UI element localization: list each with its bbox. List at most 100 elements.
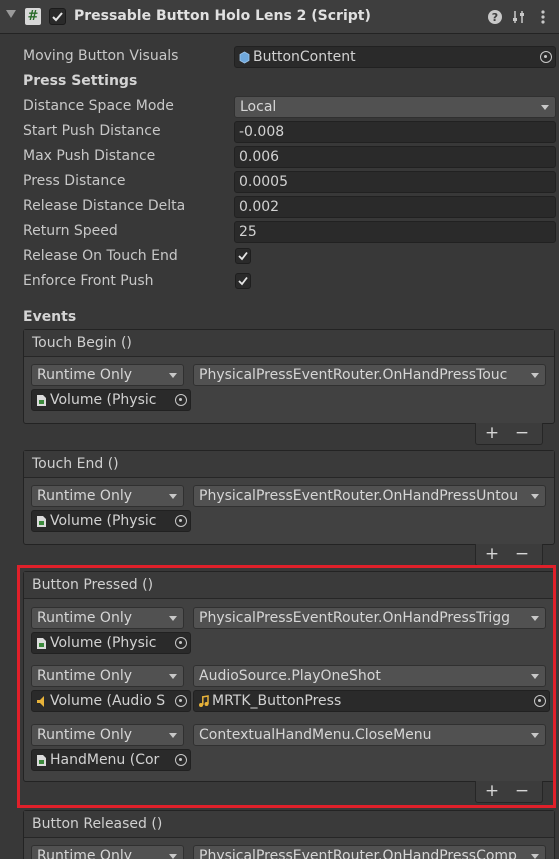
chevron-down-icon <box>169 733 177 738</box>
add-listener-button[interactable]: + <box>479 423 505 445</box>
audio-source-icon <box>37 696 44 707</box>
release-distance-delta-field[interactable]: 0.002 <box>234 196 556 218</box>
start-push-distance-field[interactable]: -0.008 <box>234 121 556 143</box>
script-file-icon <box>37 395 46 406</box>
button-pressed-mode-value-3: Runtime Only <box>37 727 132 743</box>
touch-begin-object-field[interactable]: Volume (Physic <box>31 389 191 411</box>
object-picker-icon[interactable] <box>175 754 187 766</box>
button-pressed-object-field-2[interactable]: Volume (Audio S <box>31 690 191 712</box>
button-pressed-event: Button Pressed () Runtime Only PhysicalP… <box>23 571 555 782</box>
press-distance-label: Press Distance <box>23 173 126 189</box>
press-distance-field[interactable]: 0.0005 <box>234 171 556 193</box>
button-released-event: Button Released () Runtime Only Physical… <box>23 810 555 859</box>
foldout-arrow-icon[interactable] <box>6 10 16 18</box>
touch-begin-event: Touch Begin () Runtime Only PhysicalPres… <box>23 329 555 424</box>
object-picker-icon[interactable] <box>175 515 187 527</box>
button-released-mode-dropdown[interactable]: Runtime Only <box>31 845 184 859</box>
button-pressed-object-value-1: Volume (Physic <box>50 635 157 651</box>
press-settings-heading: Press Settings <box>23 73 138 89</box>
moving-button-visuals-value: ButtonContent <box>253 49 356 65</box>
object-picker-icon[interactable] <box>175 637 187 649</box>
touch-begin-function-value: PhysicalPressEventRouter.OnHandPressTouc <box>199 367 508 383</box>
distance-space-mode-dropdown[interactable]: Local <box>234 96 556 118</box>
script-file-icon <box>37 755 46 766</box>
button-released-title: Button Released () <box>24 811 554 838</box>
button-released-function-value: PhysicalPressEventRouter.OnHandPressComp <box>199 848 517 859</box>
script-file-icon <box>37 516 46 527</box>
events-heading: Events <box>23 309 77 325</box>
touch-begin-function-dropdown[interactable]: PhysicalPressEventRouter.OnHandPressTouc <box>193 364 546 386</box>
button-released-mode-value: Runtime Only <box>37 848 132 859</box>
touch-end-event: Touch End () Runtime Only PhysicalPressE… <box>23 450 555 545</box>
chevron-down-icon <box>531 616 539 621</box>
touch-end-list-controls: + − <box>475 544 543 566</box>
presets-icon[interactable] <box>511 9 527 25</box>
button-pressed-mode-dropdown-2[interactable]: Runtime Only <box>31 665 184 687</box>
gameobject-cube-icon <box>239 51 250 64</box>
touch-end-function-dropdown[interactable]: PhysicalPressEventRouter.OnHandPressUnto… <box>193 485 546 507</box>
button-pressed-object-value-3: HandMenu (Cor <box>50 752 160 768</box>
component-header: # Pressable Button Holo Lens 2 (Script) … <box>0 0 559 34</box>
start-push-distance-label: Start Push Distance <box>23 123 161 139</box>
touch-begin-mode-value: Runtime Only <box>37 367 132 383</box>
remove-listener-button[interactable]: − <box>509 423 535 445</box>
chevron-down-icon <box>169 494 177 499</box>
button-pressed-audio-clip-value: MRTK_ButtonPress <box>212 693 342 709</box>
release-on-touch-end-label: Release On Touch End <box>23 248 178 264</box>
object-picker-icon[interactable] <box>540 51 552 63</box>
moving-button-visuals-field[interactable]: ButtonContent <box>234 46 556 68</box>
object-picker-icon[interactable] <box>175 394 187 406</box>
button-pressed-function-dropdown-3[interactable]: ContextualHandMenu.CloseMenu <box>193 724 546 746</box>
button-pressed-mode-dropdown-1[interactable]: Runtime Only <box>31 607 184 629</box>
add-listener-button[interactable]: + <box>479 781 505 803</box>
add-listener-button[interactable]: + <box>479 544 505 566</box>
object-picker-icon[interactable] <box>534 695 546 707</box>
button-pressed-function-value-2: AudioSource.PlayOneShot <box>199 668 381 684</box>
chevron-down-icon <box>531 733 539 738</box>
object-picker-icon[interactable] <box>175 695 187 707</box>
button-released-function-dropdown[interactable]: PhysicalPressEventRouter.OnHandPressComp <box>193 845 546 859</box>
chevron-down-icon <box>169 616 177 621</box>
remove-listener-button[interactable]: − <box>509 544 535 566</box>
button-pressed-function-value-3: ContextualHandMenu.CloseMenu <box>199 727 432 743</box>
chevron-down-icon <box>531 854 539 859</box>
checkmark-icon <box>238 251 248 261</box>
chevron-down-icon <box>169 854 177 859</box>
component-enable-checkbox[interactable] <box>49 8 66 25</box>
enforce-front-push-checkbox[interactable] <box>235 273 251 289</box>
button-pressed-function-dropdown-2[interactable]: AudioSource.PlayOneShot <box>193 665 546 687</box>
more-options-icon[interactable] <box>535 9 551 25</box>
button-pressed-mode-value-1: Runtime Only <box>37 610 132 626</box>
chevron-down-icon <box>531 674 539 679</box>
touch-end-function-value: PhysicalPressEventRouter.OnHandPressUnto… <box>199 488 519 504</box>
button-pressed-mode-dropdown-3[interactable]: Runtime Only <box>31 724 184 746</box>
touch-end-mode-dropdown[interactable]: Runtime Only <box>31 485 184 507</box>
release-distance-delta-label: Release Distance Delta <box>23 198 186 214</box>
touch-end-mode-value: Runtime Only <box>37 488 132 504</box>
button-pressed-function-dropdown-1[interactable]: PhysicalPressEventRouter.OnHandPressTrig… <box>193 607 546 629</box>
max-push-distance-label: Max Push Distance <box>23 148 156 164</box>
script-file-icon <box>37 638 46 649</box>
button-pressed-object-field-3[interactable]: HandMenu (Cor <box>31 749 191 771</box>
touch-begin-list-controls: + − <box>475 423 543 445</box>
touch-end-object-field[interactable]: Volume (Physic <box>31 510 191 532</box>
chevron-down-icon <box>541 105 549 110</box>
touch-begin-mode-dropdown[interactable]: Runtime Only <box>31 364 184 386</box>
return-speed-label: Return Speed <box>23 223 118 239</box>
svg-text:?: ? <box>492 11 498 24</box>
release-on-touch-end-checkbox[interactable] <box>235 248 251 264</box>
button-pressed-audio-clip-field[interactable]: MRTK_ButtonPress <box>193 690 550 712</box>
button-pressed-title: Button Pressed () <box>24 572 554 599</box>
return-speed-field[interactable]: 25 <box>234 221 556 243</box>
distance-space-mode-label: Distance Space Mode <box>23 98 174 114</box>
checkmark-icon <box>238 276 248 286</box>
enforce-front-push-label: Enforce Front Push <box>23 273 154 289</box>
script-icon: # <box>25 8 41 25</box>
touch-begin-object-value: Volume (Physic <box>50 392 157 408</box>
chevron-down-icon <box>531 494 539 499</box>
remove-listener-button[interactable]: − <box>509 781 535 803</box>
chevron-down-icon <box>531 373 539 378</box>
max-push-distance-field[interactable]: 0.006 <box>234 146 556 168</box>
button-pressed-object-field-1[interactable]: Volume (Physic <box>31 632 191 654</box>
help-icon[interactable]: ? <box>487 9 503 25</box>
